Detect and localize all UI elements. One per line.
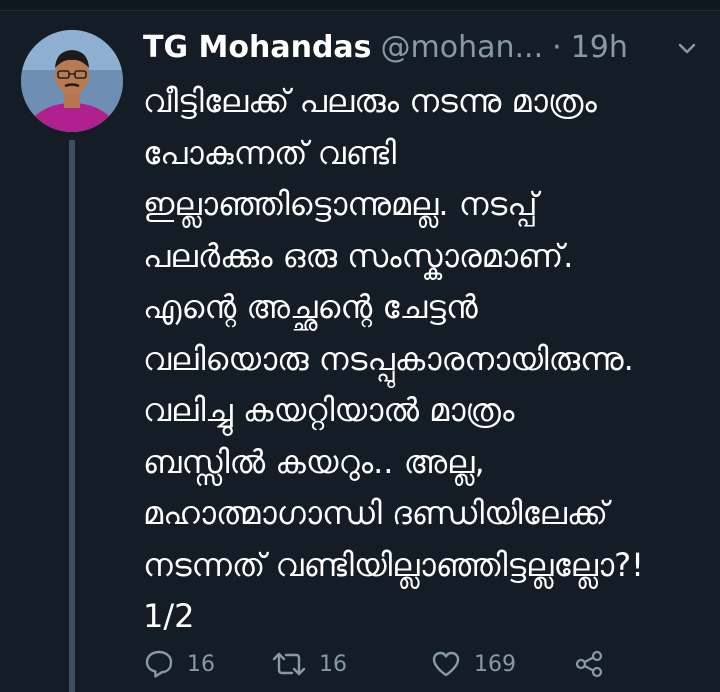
reply-button[interactable]: 16 [143, 646, 215, 682]
thread-line [69, 140, 75, 692]
tweet-header: TG Mohandas @mohan... · 19h [143, 28, 628, 68]
header-separator: · [552, 30, 562, 65]
top-divider [0, 0, 720, 11]
avatar[interactable] [21, 30, 123, 132]
author-handle[interactable]: @mohan... [381, 28, 544, 68]
tweet-timestamp[interactable]: 19h [571, 28, 628, 68]
tweet-text-line: മഹാത്മാഗാന്ധി ദണ്ഡിയിലേക്ക് [143, 494, 609, 532]
tweet-thread-counter: 1/2 [143, 597, 195, 635]
heart-icon [430, 648, 462, 680]
share-icon [573, 648, 605, 680]
avatar-image [21, 30, 123, 132]
like-button[interactable]: 169 [430, 646, 516, 682]
share-button[interactable] [573, 646, 605, 682]
tweet-actions: 16 16 169 [143, 646, 613, 682]
retweet-button[interactable]: 16 [271, 646, 347, 682]
tweet-text-line: പലർക്കും ഒരു സംസ്കാരമാണ്. [143, 236, 574, 275]
tweet-text-line: വലിച്ചു കയറ്റിയാൽ മാത്രം [143, 391, 515, 429]
tweet-text-line: ഇല്ലാഞ്ഞിട്ടൊന്നുമല്ല. നടപ്പ് [143, 185, 538, 223]
tweet-text-line: ബസ്സിൽ കയറും.. അല്ല, [143, 442, 485, 481]
tweet-text: വീട്ടിലേക്ക് പലരും നടന്നു മാത്രം പോകുന്ന… [143, 76, 703, 643]
like-count: 169 [474, 651, 516, 677]
chevron-down-icon[interactable] [674, 40, 700, 58]
tweet-text-line: എന്റെ അച്ഛന്റെ ചേട്ടൻ [143, 288, 478, 326]
reply-count: 16 [187, 651, 215, 677]
author-display-name[interactable]: TG Mohandas [143, 28, 372, 68]
reply-icon [143, 648, 175, 680]
retweet-icon [271, 648, 307, 680]
tweet-text-line: വലിയൊരു നടപ്പുകാരനായിരുന്നു. [143, 339, 634, 378]
tweet-text-line: നടന്നത് വണ്ടിയില്ലാഞ്ഞിട്ടല്ലല്ലോ?! [143, 545, 644, 584]
tweet-text-line: വീട്ടിലേക്ക് പലരും നടന്നു മാത്രം [143, 82, 597, 120]
retweet-count: 16 [319, 651, 347, 677]
tweet-text-line: പോകുന്നത് വണ്ടി [143, 133, 397, 172]
